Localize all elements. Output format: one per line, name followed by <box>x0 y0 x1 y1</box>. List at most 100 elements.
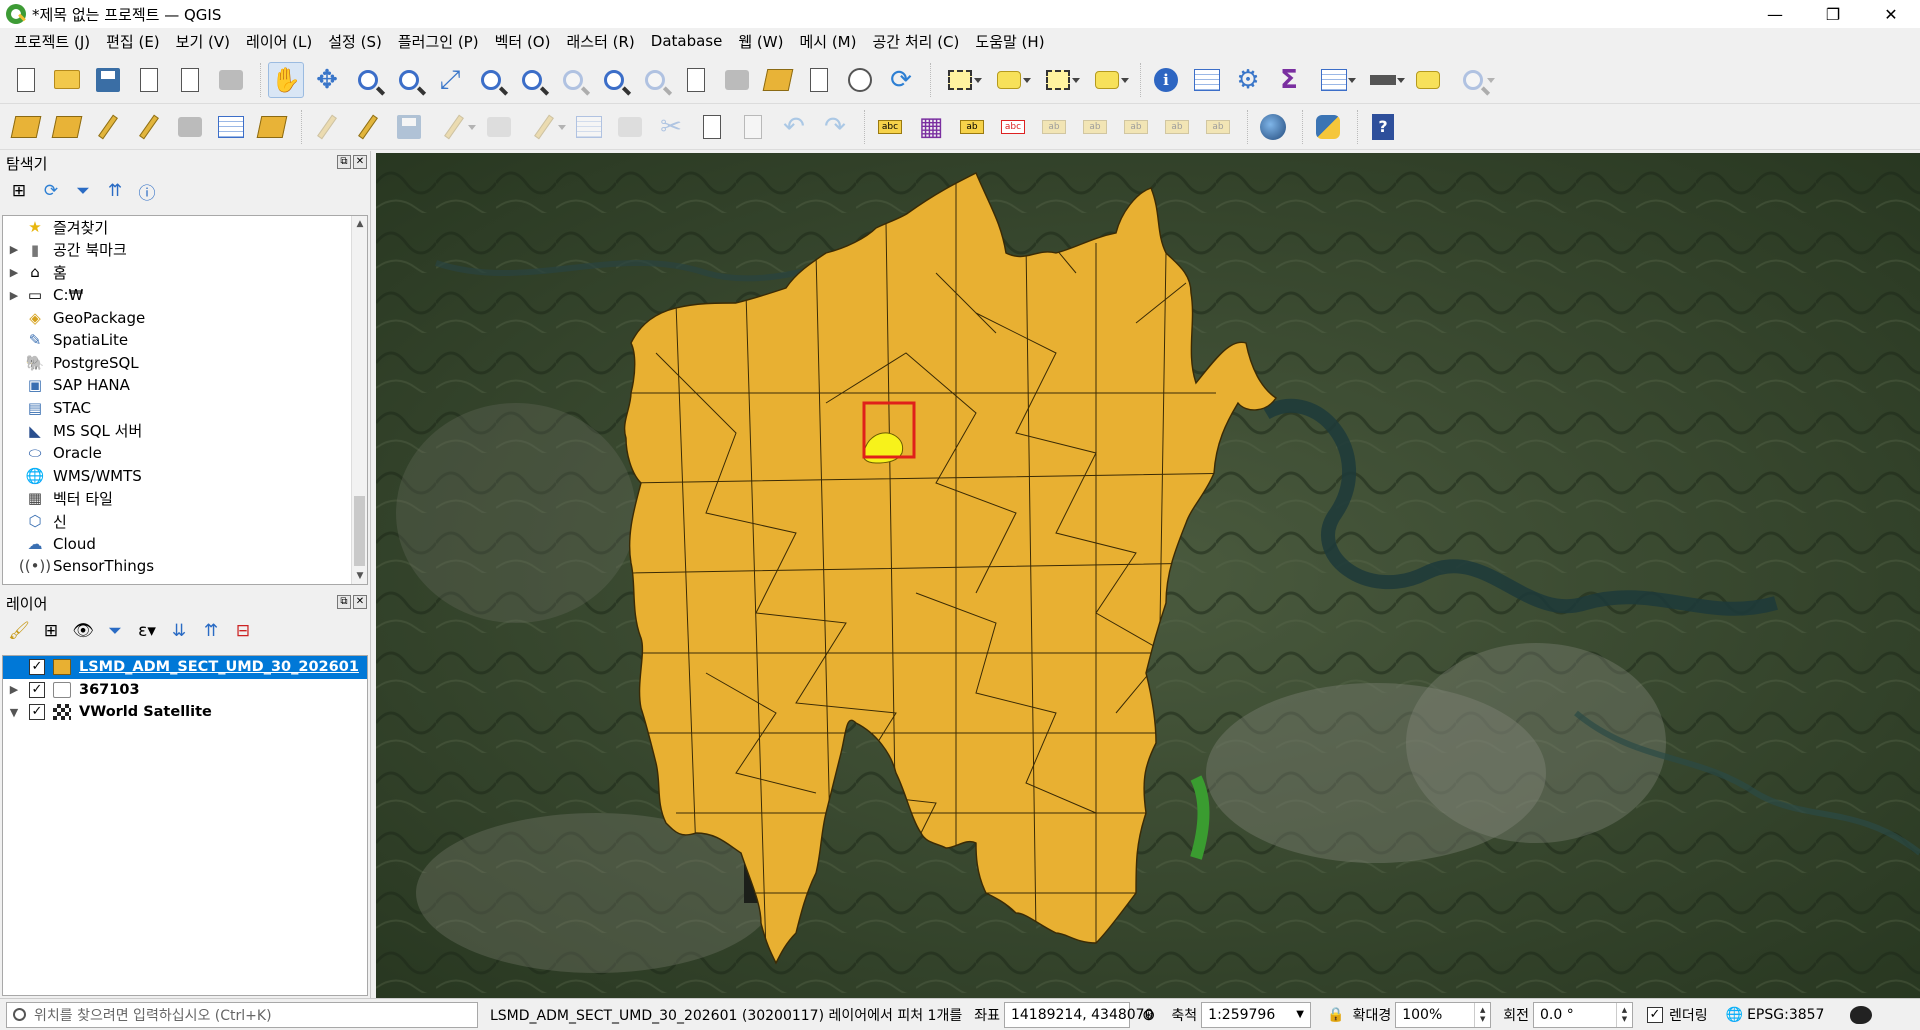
select-by-location-button[interactable] <box>1085 62 1129 98</box>
menu-vector[interactable]: 벡터 (O) <box>487 31 559 52</box>
layer-labeling-button[interactable]: abc <box>872 109 908 145</box>
scale-combobox[interactable]: 1:259796 ▼ <box>1201 1001 1312 1028</box>
add-vector-layer-button[interactable] <box>254 109 290 145</box>
menu-view[interactable]: 보기 (V) <box>168 31 238 52</box>
coordinate-field[interactable]: 14189214, 4348070 <box>1003 1001 1154 1028</box>
python-console-button[interactable] <box>1310 109 1346 145</box>
scroll-up-arrow-icon[interactable]: ▲ <box>352 216 367 232</box>
render-checkbox[interactable]: ✓ <box>1647 1006 1663 1023</box>
magnifier-spinbox[interactable]: 100% ▲ ▼ <box>1395 1001 1492 1028</box>
new-bookmark-button[interactable] <box>760 62 796 98</box>
new-geopackage-layer-button[interactable] <box>49 109 85 145</box>
layer-visibility-checkbox[interactable]: ✓ <box>29 681 45 698</box>
new-map-view-button[interactable] <box>678 62 714 98</box>
new-temporary-layer-button[interactable] <box>172 109 208 145</box>
expand-arrow-icon[interactable]: ▶ <box>7 683 21 696</box>
add-feature-button[interactable] <box>432 109 476 145</box>
collapse-arrow-icon[interactable]: ▼ <box>7 706 21 719</box>
messages-icon[interactable] <box>1850 1005 1873 1024</box>
browser-item-c-drive[interactable]: ▶ ▭ C:₩ <box>3 284 367 307</box>
help-button[interactable]: ? <box>1365 109 1401 145</box>
browser-item-stac[interactable]: ▤ STAC <box>3 397 367 420</box>
menu-project[interactable]: 프로젝트 (J) <box>6 31 98 52</box>
expand-arrow-icon[interactable]: ▶ <box>3 289 25 302</box>
zoom-next-button[interactable] <box>637 62 673 98</box>
move-label-button[interactable]: ab <box>1036 109 1072 145</box>
collapse-all-icon[interactable]: ⇈ <box>104 180 126 202</box>
change-label-button[interactable]: ab <box>1118 109 1154 145</box>
menu-database[interactable]: Database <box>643 32 731 50</box>
layout-manager-button[interactable] <box>172 62 208 98</box>
filter-expression-icon[interactable]: ε▾ <box>136 620 158 642</box>
float-panel-button[interactable]: ⧉ <box>337 595 351 609</box>
filter-legend-icon[interactable]: ⏷ <box>104 620 126 642</box>
browser-item-xyz-tiles[interactable]: ⬡ 신 <box>3 510 367 533</box>
menu-help[interactable]: 도움말 (H) <box>967 31 1052 52</box>
minimize-button[interactable]: — <box>1746 0 1804 28</box>
expand-arrow-icon[interactable]: ▶ <box>3 243 25 256</box>
locator-options-button[interactable] <box>1451 62 1495 98</box>
menu-mesh[interactable]: 메시 (M) <box>791 31 864 52</box>
close-panel-button[interactable]: ✕ <box>353 155 367 169</box>
vertex-tool-button[interactable] <box>481 109 517 145</box>
expand-arrow-icon[interactable]: ▶ <box>3 266 25 279</box>
menu-plugins[interactable]: 플러그인 (P) <box>390 31 487 52</box>
close-panel-button[interactable]: ✕ <box>353 595 367 609</box>
open-field-calculator-button[interactable] <box>1189 62 1225 98</box>
browser-item-geopackage[interactable]: ◈ GeoPackage <box>3 306 367 329</box>
zoom-last-button[interactable] <box>596 62 632 98</box>
spin-arrows-icon[interactable]: ▲ ▼ <box>1616 1002 1632 1027</box>
zoom-in-button[interactable] <box>350 62 386 98</box>
data-source-manager-button[interactable] <box>8 109 44 145</box>
layer-diagram-button[interactable]: ▦ <box>913 109 949 145</box>
browser-item-vector-tiles[interactable]: ▦ 벡터 타일 <box>3 487 367 510</box>
show-hide-labels-button[interactable]: abc <box>995 109 1031 145</box>
save-edits-button[interactable] <box>391 109 427 145</box>
zoom-native-button[interactable] <box>555 62 591 98</box>
qms-button[interactable] <box>1255 109 1291 145</box>
zoom-full-button[interactable]: ⤢ <box>432 62 468 98</box>
locator-search-input[interactable]: 위치를 찾으려면 입력하십시오 (Ctrl+K) <box>6 1001 478 1028</box>
undo-button[interactable]: ↶ <box>776 109 812 145</box>
rotate-label-button[interactable]: ab <box>1077 109 1113 145</box>
toggle-editing-button[interactable] <box>350 109 386 145</box>
filter-icon[interactable]: ⏷ <box>72 180 94 202</box>
browser-item-home[interactable]: ▶ ⌂ 홈 <box>3 261 367 284</box>
browser-item-favorites[interactable]: ★ 즐겨찾기 <box>3 216 367 239</box>
zoom-to-selection-button[interactable] <box>473 62 509 98</box>
map-svg[interactable] <box>376 153 1920 998</box>
remove-layer-icon[interactable]: ⊟ <box>232 620 254 642</box>
new-virtual-layer-button[interactable] <box>213 109 249 145</box>
browser-item-mssql[interactable]: ◣ MS SQL 서버 <box>3 419 367 442</box>
info-icon[interactable]: ⓘ <box>136 180 158 204</box>
scroll-down-arrow-icon[interactable]: ▼ <box>352 568 367 584</box>
delete-selected-button[interactable] <box>612 109 648 145</box>
browser-item-cloud[interactable]: ☁ Cloud <box>3 532 367 555</box>
pan-map-button[interactable]: ✋ <box>268 61 304 98</box>
measure-line-button[interactable] <box>1361 62 1405 98</box>
toggle-extents-icon[interactable]: ⊛ <box>1142 1005 1155 1024</box>
close-button[interactable]: ✕ <box>1862 0 1920 28</box>
spin-arrows-icon[interactable]: ▲ ▼ <box>1474 1002 1490 1027</box>
paste-features-button[interactable] <box>735 109 771 145</box>
label-properties-button[interactable]: ab <box>1159 109 1195 145</box>
layer-row-vworld-satellite[interactable]: ▼ ✓ VWorld Satellite <box>3 701 367 724</box>
save-project-button[interactable] <box>90 62 126 98</box>
restore-button[interactable]: ❐ <box>1804 0 1862 28</box>
browser-item-sap-hana[interactable]: ▣ SAP HANA <box>3 374 367 397</box>
browser-item-wms-wmts[interactable]: 🌐 WMS/WMTS <box>3 465 367 488</box>
add-group-icon[interactable]: ⊞ <box>40 620 62 642</box>
rotation-spinbox[interactable]: 0.0 ° ▲ ▼ <box>1533 1001 1633 1028</box>
browser-item-oracle[interactable]: ⬭ Oracle <box>3 442 367 465</box>
temporal-controller-button[interactable] <box>842 62 878 98</box>
new-3d-view-button[interactable] <box>719 62 755 98</box>
identify-features-button[interactable]: i <box>1148 62 1184 98</box>
scroll-thumb[interactable] <box>354 496 365 566</box>
select-features-button[interactable] <box>938 62 982 98</box>
browser-item-spatialite[interactable]: ✎ SpatiaLite <box>3 329 367 352</box>
redo-button[interactable]: ↷ <box>817 109 853 145</box>
menu-processing[interactable]: 공간 처리 (C) <box>864 31 967 52</box>
browser-item-spatial-bookmarks[interactable]: ▶ ▮ 공간 북마크 <box>3 239 367 262</box>
menu-settings[interactable]: 설정 (S) <box>320 31 390 52</box>
collapse-all-icon[interactable]: ⇈ <box>200 620 222 642</box>
